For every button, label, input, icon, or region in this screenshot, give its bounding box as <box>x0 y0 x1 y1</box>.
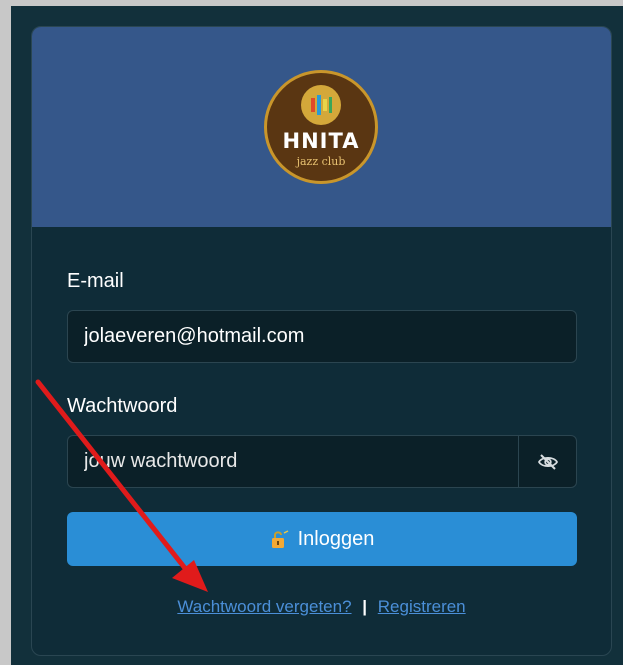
background-strip-top <box>0 0 623 6</box>
email-field[interactable] <box>67 310 577 363</box>
eye-slash-icon <box>537 453 558 470</box>
background-strip-left <box>0 0 11 665</box>
login-button[interactable]: Inloggen <box>67 512 577 566</box>
login-button-label: Inloggen <box>297 527 375 550</box>
lock-icon <box>271 530 288 548</box>
logo-bars-icon <box>311 95 332 115</box>
register-link[interactable]: Registreren <box>378 597 466 616</box>
club-logo: HNITA jazz club <box>264 70 378 184</box>
email-label: E-mail <box>67 270 124 292</box>
password-label: Wachtwoord <box>67 395 178 417</box>
password-group <box>67 435 577 488</box>
login-card: HNITA jazz club E-mail Wachtwoord Inlogg… <box>31 26 612 656</box>
logo-name: HNITA <box>282 129 360 153</box>
toggle-password-button[interactable] <box>518 435 577 488</box>
logo-badge <box>301 85 341 125</box>
password-field[interactable] <box>67 435 518 488</box>
card-header: HNITA jazz club <box>32 27 611 227</box>
forgot-password-link[interactable]: Wachtwoord vergeten? <box>177 597 351 616</box>
link-separator: | <box>362 597 368 616</box>
logo-subtitle: jazz club <box>296 155 346 168</box>
account-links: Wachtwoord vergeten? | Registreren <box>32 597 611 617</box>
